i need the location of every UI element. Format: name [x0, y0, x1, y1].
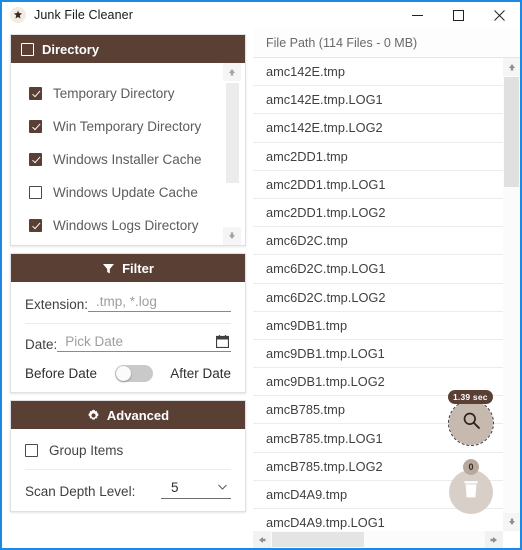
checkbox-icon[interactable] [29, 87, 42, 100]
scan-depth-select[interactable]: 5 [161, 480, 231, 499]
advanced-panel-header: Advanced [11, 401, 245, 429]
filter-body: Extension: .tmp, *.log Date: Pick Date B… [11, 282, 245, 392]
list-item-label: Temporary Directory [53, 86, 175, 101]
scan-time-badge: 1.39 sec [448, 390, 493, 404]
list-item[interactable]: Windows Installer Cache [29, 143, 245, 176]
title-bar: Junk File Cleaner [2, 0, 520, 28]
checkbox-icon[interactable] [29, 186, 42, 199]
checkbox-icon[interactable] [21, 42, 34, 56]
filter-panel-header: Filter [11, 254, 245, 282]
table-row[interactable]: amc9DB1.tmp [253, 311, 503, 340]
date-direction-toggle-row: Before Date After Date [25, 365, 231, 382]
extension-label: Extension: [25, 297, 89, 312]
divider [25, 469, 231, 470]
list-item-label: Windows Logs Directory [53, 218, 199, 233]
file-list-vertical-scrollbar[interactable] [502, 58, 520, 531]
group-items-label: Group Items [49, 443, 124, 458]
arrow-up-icon[interactable] [223, 63, 241, 81]
chevron-down-icon [218, 483, 227, 492]
date-row: Date: Pick Date [25, 334, 231, 352]
window-body: Directory Temporary Directory Win Tempor… [2, 28, 520, 548]
extension-value: .tmp, *.log [96, 294, 157, 309]
table-row[interactable]: amc2DD1.tmp [253, 142, 503, 171]
date-placeholder: Pick Date [65, 334, 124, 349]
window-controls [397, 1, 520, 29]
table-row[interactable]: amc6D2C.tmp.LOG1 [253, 255, 503, 284]
list-item[interactable]: Windows Update Cache [29, 176, 245, 209]
list-item[interactable]: Temporary Directory [29, 77, 245, 110]
list-item-label: Win Temporary Directory [53, 119, 202, 134]
directory-panel-title: Directory [42, 41, 100, 57]
table-row[interactable]: amc2DD1.tmp.LOG2 [253, 198, 503, 228]
scan-depth-value: 5 [171, 480, 179, 495]
maximize-button[interactable] [438, 1, 479, 29]
scan-depth-label: Scan Depth Level: [25, 484, 136, 499]
filter-panel-title: Filter [122, 260, 154, 276]
table-row[interactable]: amc142E.tmp.LOG1 [253, 86, 503, 115]
checkbox-icon[interactable] [29, 153, 42, 166]
directory-scrollbar[interactable] [223, 63, 241, 245]
delete-button[interactable] [449, 470, 493, 514]
trash-icon [462, 480, 480, 504]
app-window: Junk File Cleaner Directory Temporary Di… [0, 0, 522, 550]
scrollbar-thumb[interactable] [225, 83, 239, 183]
table-row[interactable]: amc142E.tmp.LOG2 [253, 114, 503, 143]
advanced-body: Group Items Scan Depth Level: 5 [11, 429, 245, 511]
table-row[interactable]: amc2DD1.tmp.LOG1 [253, 170, 503, 199]
close-button[interactable] [479, 1, 520, 29]
magnifier-icon [462, 411, 481, 435]
group-items-row[interactable]: Group Items [25, 443, 231, 458]
calendar-icon[interactable] [216, 335, 229, 348]
date-direction-toggle[interactable] [114, 365, 153, 382]
date-label: Date: [25, 337, 58, 352]
minimize-button[interactable] [397, 1, 438, 29]
divider [25, 323, 231, 324]
after-date-label: After Date [170, 366, 231, 381]
broom-icon [10, 7, 26, 23]
file-list-panel: File Path (114 Files - 0 MB) amc142E.tmp… [252, 28, 520, 548]
list-item-label: Windows Installer Cache [53, 152, 202, 167]
list-item[interactable]: Windows Logs Directory [29, 209, 245, 242]
arrow-right-icon[interactable] [485, 530, 503, 548]
filter-panel: Filter Extension: .tmp, *.log Date: Pick… [10, 253, 246, 393]
table-row[interactable]: amc6D2C.tmp [253, 227, 503, 256]
table-row[interactable]: amc6D2C.tmp.LOG2 [253, 283, 503, 312]
checkbox-icon[interactable] [25, 444, 38, 457]
list-item-label: Windows Update Cache [53, 185, 198, 200]
before-date-label: Before Date [25, 366, 98, 381]
file-list-horizontal-scrollbar[interactable] [253, 530, 503, 548]
funnel-icon [102, 262, 115, 275]
scan-button[interactable] [448, 400, 494, 446]
arrow-up-icon[interactable] [502, 58, 520, 76]
arrow-down-icon[interactable] [223, 227, 241, 245]
checkbox-icon[interactable] [29, 219, 42, 232]
gear-icon [87, 409, 100, 422]
table-row[interactable]: amc142E.tmp [253, 58, 503, 87]
scrollbar-thumb[interactable] [504, 77, 519, 187]
advanced-panel-title: Advanced [106, 407, 170, 423]
arrow-left-icon[interactable] [253, 530, 271, 548]
directory-list: Temporary Directory Win Temporary Direct… [11, 63, 245, 245]
checkbox-icon[interactable] [29, 120, 42, 133]
directory-panel: Directory Temporary Directory Win Tempor… [10, 34, 246, 246]
advanced-panel: Advanced Group Items Scan Depth Level: 5 [10, 400, 246, 512]
extension-input[interactable]: .tmp, *.log [88, 294, 231, 312]
arrow-down-icon[interactable] [502, 513, 520, 531]
date-input[interactable]: Pick Date [57, 334, 231, 352]
scrollbar-thumb[interactable] [272, 532, 364, 547]
table-row[interactable]: amc9DB1.tmp.LOG1 [253, 339, 503, 369]
file-list-header: File Path (114 Files - 0 MB) [253, 28, 520, 58]
extension-row: Extension: .tmp, *.log [25, 294, 231, 312]
list-item[interactable]: Win Temporary Directory [29, 110, 245, 143]
app-title: Junk File Cleaner [34, 8, 133, 22]
settings-sidebar: Directory Temporary Directory Win Tempor… [2, 28, 252, 548]
delete-count-badge: 0 [463, 459, 479, 475]
directory-panel-header: Directory [11, 35, 245, 63]
scan-depth-row: Scan Depth Level: 5 [25, 480, 231, 499]
